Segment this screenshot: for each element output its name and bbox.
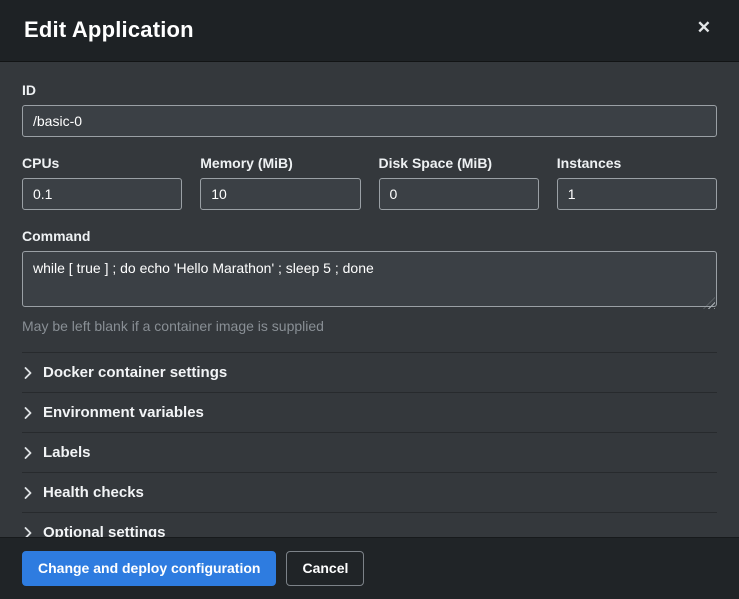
cpus-input[interactable] [22,178,182,210]
id-input[interactable] [22,105,717,137]
cpus-field-group: CPUs [22,155,182,210]
collapsible-sections: Docker container settings Environment va… [22,352,717,537]
cpus-label: CPUs [22,155,182,171]
command-textarea-wrap: while [ true ] ; do echo 'Hello Marathon… [22,251,717,312]
disk-field-group: Disk Space (MiB) [379,155,539,210]
section-label: Labels [43,444,91,461]
close-button[interactable]: ✕ [693,17,715,38]
instances-field-group: Instances [557,155,717,210]
memory-field-group: Memory (MiB) [200,155,360,210]
resources-row: CPUs Memory (MiB) Disk Space (MiB) Insta… [22,155,717,210]
modal-title: Edit Application [24,17,194,43]
instances-input[interactable] [557,178,717,210]
chevron-right-icon [24,367,32,379]
section-environment-variables[interactable]: Environment variables [22,392,717,432]
section-optional-settings[interactable]: Optional settings [22,512,717,537]
disk-label: Disk Space (MiB) [379,155,539,171]
disk-input[interactable] [379,178,539,210]
close-icon: ✕ [697,18,711,37]
section-labels[interactable]: Labels [22,432,717,472]
section-label: Health checks [43,484,144,501]
command-label: Command [22,228,717,244]
section-label: Environment variables [43,404,204,421]
cancel-button[interactable]: Cancel [286,551,364,586]
deploy-button[interactable]: Change and deploy configuration [22,551,276,586]
command-help-text: May be left blank if a container image i… [22,318,717,334]
memory-label: Memory (MiB) [200,155,360,171]
command-field-group: Command while [ true ] ; do echo 'Hello … [22,228,717,334]
instances-label: Instances [557,155,717,171]
edit-application-modal: Edit Application ✕ ID CPUs Memory (MiB) … [0,0,739,599]
modal-header: Edit Application ✕ [0,0,739,62]
modal-footer: Change and deploy configuration Cancel [0,537,739,599]
chevron-right-icon [24,407,32,419]
section-label: Docker container settings [43,364,227,381]
section-label: Optional settings [43,524,166,537]
section-docker-container-settings[interactable]: Docker container settings [22,352,717,392]
modal-body: ID CPUs Memory (MiB) Disk Space (MiB) In… [0,62,739,537]
section-health-checks[interactable]: Health checks [22,472,717,512]
chevron-right-icon [24,527,32,537]
memory-input[interactable] [200,178,360,210]
chevron-right-icon [24,447,32,459]
id-label: ID [22,82,717,98]
command-textarea[interactable]: while [ true ] ; do echo 'Hello Marathon… [22,251,717,307]
chevron-right-icon [24,487,32,499]
id-field-group: ID [22,82,717,137]
